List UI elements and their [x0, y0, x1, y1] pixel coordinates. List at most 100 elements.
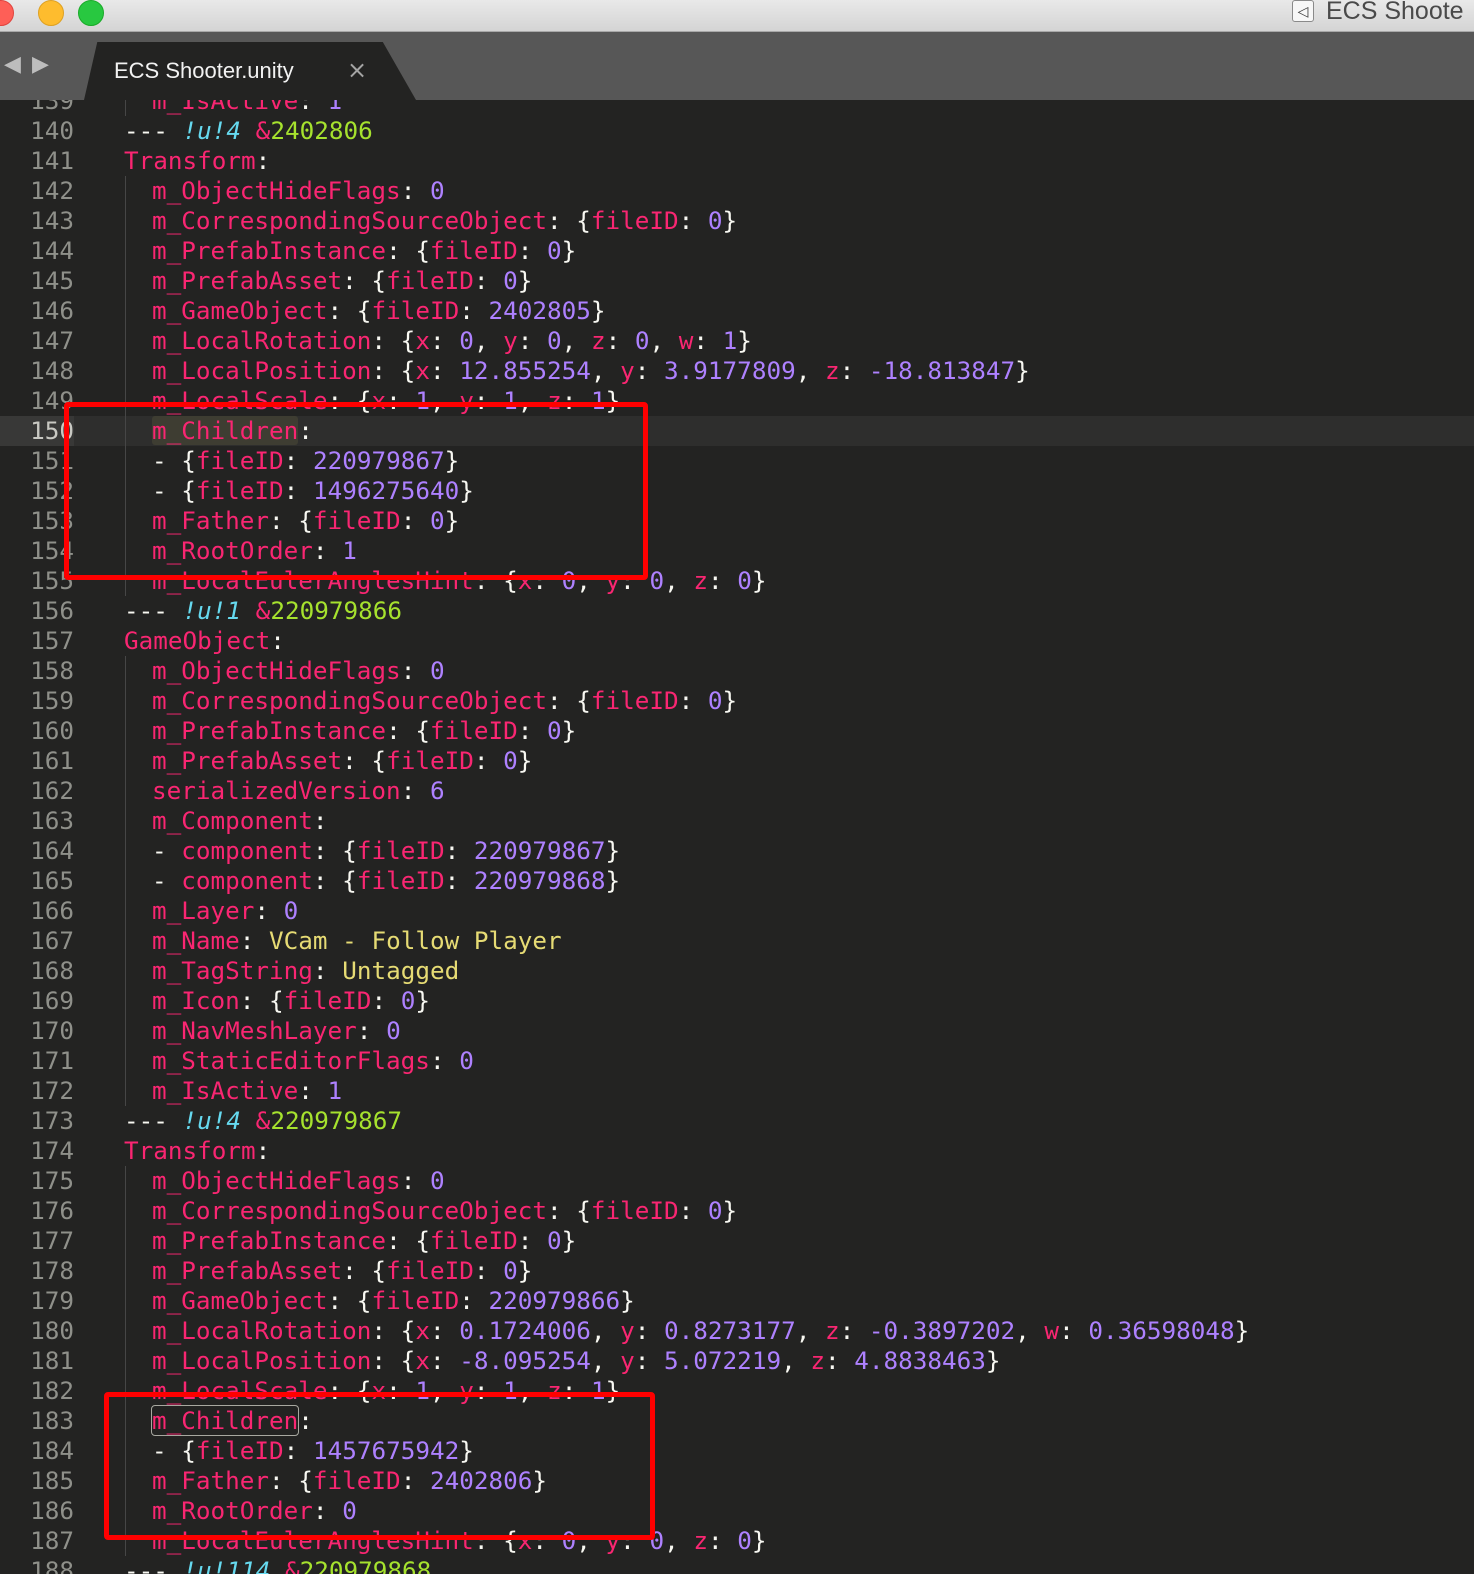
code-line[interactable]: 181 m_LocalPosition: {x: -8.095254, y: 5.… — [0, 1346, 1474, 1376]
code-line[interactable]: 149 m_LocalScale: {x: 1, y: 1, z: 1} — [0, 386, 1474, 416]
code-line[interactable]: 146 m_GameObject: {fileID: 2402805} — [0, 296, 1474, 326]
zoom-window-button[interactable] — [78, 0, 104, 26]
indent-guide — [125, 1526, 126, 1556]
tab-back-arrow-icon[interactable]: ◀ — [4, 52, 21, 77]
code-token: 0.8273177 — [664, 1316, 796, 1345]
code-token: w — [1044, 1316, 1060, 1345]
code-line[interactable]: 153 m_Father: {fileID: 0} — [0, 506, 1474, 536]
indent-guide — [125, 776, 126, 806]
code-line[interactable]: 178 m_PrefabAsset: {fileID: 0} — [0, 1256, 1474, 1286]
code-text: m_Icon: {fileID: 0} — [152, 986, 430, 1016]
code-token: 1 — [327, 100, 343, 115]
code-line[interactable]: 176 m_CorrespondingSourceObject: {fileID:… — [0, 1196, 1474, 1226]
code-line[interactable]: 170 m_NavMeshLayer: 0 — [0, 1016, 1474, 1046]
code-token: m_PrefabInstance — [152, 236, 387, 265]
code-token: : — [298, 1406, 313, 1435]
code-line[interactable]: 187 m_LocalEulerAnglesHint: {x: 0, y: 0, … — [0, 1526, 1474, 1556]
code-line[interactable]: 160 m_PrefabInstance: {fileID: 0} — [0, 716, 1474, 746]
code-token: Untagged — [342, 956, 460, 985]
code-line[interactable]: 154 m_RootOrder: 1 — [0, 536, 1474, 566]
code-line[interactable]: 141 Transform: — [0, 146, 1474, 176]
code-line[interactable]: 155 m_LocalEulerAnglesHint: {x: 0, y: 0, … — [0, 566, 1474, 596]
code-token: y — [503, 326, 518, 355]
code-token: 0 — [503, 746, 518, 775]
code-token: : — [400, 1166, 430, 1195]
code-line[interactable]: 150 m_Children: — [0, 416, 1474, 446]
code-line[interactable]: 188 --- !u!114 &220979868 — [0, 1556, 1474, 1574]
code-line[interactable]: 148 m_LocalPosition: {x: 12.855254, y: 3.… — [0, 356, 1474, 386]
code-line[interactable]: 151 - {fileID: 220979867} — [0, 446, 1474, 476]
code-text: m_CorrespondingSourceObject: {fileID: 0} — [152, 686, 737, 716]
code-token: fileID — [195, 476, 284, 505]
code-text: Transform: — [124, 146, 270, 176]
code-token: , — [429, 386, 460, 415]
line-number: 150 — [0, 416, 74, 446]
code-token: 1 — [327, 1076, 343, 1105]
code-line[interactable]: 145 m_PrefabAsset: {fileID: 0} — [0, 266, 1474, 296]
code-token: y — [620, 356, 635, 385]
code-line[interactable]: 156 --- !u!1 &220979866 — [0, 596, 1474, 626]
code-line[interactable]: 161 m_PrefabAsset: {fileID: 0} — [0, 746, 1474, 776]
code-line[interactable]: 173 --- !u!4 &220979867 — [0, 1106, 1474, 1136]
code-line[interactable]: 175 m_ObjectHideFlags: 0 — [0, 1166, 1474, 1196]
code-line[interactable]: 186 m_RootOrder: 0 — [0, 1496, 1474, 1526]
code-line[interactable]: 185 m_Father: {fileID: 2402806} — [0, 1466, 1474, 1496]
code-line[interactable]: 163 m_Component: — [0, 806, 1474, 836]
tab-label[interactable]: ECS Shooter.unity — [114, 58, 294, 84]
code-token: , — [473, 326, 504, 355]
code-line[interactable]: 177 m_PrefabInstance: {fileID: 0} — [0, 1226, 1474, 1256]
code-line[interactable]: 158 m_ObjectHideFlags: 0 — [0, 656, 1474, 686]
indent-guide — [125, 476, 126, 506]
code-token: 1 — [415, 386, 430, 415]
code-line[interactable]: 142 m_ObjectHideFlags: 0 — [0, 176, 1474, 206]
code-line[interactable]: 147 m_LocalRotation: {x: 0, y: 0, z: 0, w… — [0, 326, 1474, 356]
code-line[interactable]: 166 m_Layer: 0 — [0, 896, 1474, 926]
indent-guide — [125, 926, 126, 956]
code-line[interactable]: 174 Transform: — [0, 1136, 1474, 1166]
code-token: y — [459, 1376, 474, 1405]
code-line[interactable]: 172 m_IsActive: 1 — [0, 1076, 1474, 1106]
code-line[interactable]: 159 m_CorrespondingSourceObject: {fileID:… — [0, 686, 1474, 716]
code-line[interactable]: 179 m_GameObject: {fileID: 220979866} — [0, 1286, 1474, 1316]
line-number: 188 — [30, 1556, 74, 1574]
code-token: 0 — [561, 1526, 577, 1555]
code-line[interactable]: 169 m_Icon: {fileID: 0} — [0, 986, 1474, 1016]
tab-close-icon[interactable]: × — [347, 56, 367, 84]
code-token: - { — [152, 1436, 196, 1465]
close-window-button[interactable] — [0, 0, 14, 26]
code-line[interactable]: 182 m_LocalScale: {x: 1, y: 1, z: 1} — [0, 1376, 1474, 1406]
code-line[interactable]: 165 - component: {fileID: 220979868} — [0, 866, 1474, 896]
indent-guide — [125, 386, 126, 416]
tab-forward-arrow-icon[interactable]: ▶ — [32, 52, 49, 77]
code-line[interactable]: 143 m_CorrespondingSourceObject: {fileID:… — [0, 206, 1474, 236]
code-line[interactable]: 144 m_PrefabInstance: {fileID: 0} — [0, 236, 1474, 266]
code-line[interactable]: 164 - component: {fileID: 220979867} — [0, 836, 1474, 866]
code-token: x — [517, 1526, 533, 1555]
indent-guide — [125, 176, 126, 206]
code-token: 0 — [547, 236, 562, 265]
code-line[interactable]: 162 serializedVersion: 6 — [0, 776, 1474, 806]
line-number: 156 — [30, 596, 74, 625]
code-line[interactable]: 171 m_StaticEditorFlags: 0 — [0, 1046, 1474, 1076]
code-line[interactable]: 184 - {fileID: 1457675942} — [0, 1436, 1474, 1466]
code-token: m_StaticEditorFlags — [152, 1046, 430, 1075]
code-token: m_LocalScale — [152, 386, 328, 415]
code-line[interactable]: 152 - {fileID: 1496275640} — [0, 476, 1474, 506]
code-token: : — [356, 1016, 387, 1045]
code-line[interactable]: 157 GameObject: — [0, 626, 1474, 656]
indent-guide — [125, 656, 126, 686]
code-token: : { — [269, 1466, 313, 1495]
line-number: 152 — [30, 476, 74, 505]
indent-guide — [125, 236, 126, 266]
code-line[interactable]: 167 m_Name: VCam - Follow Player — [0, 926, 1474, 956]
code-token: VCam - Follow Player — [269, 926, 562, 955]
code-token: fileID — [590, 206, 679, 235]
code-line[interactable]: 183 m_Children: — [0, 1405, 1474, 1436]
code-line[interactable]: 180 m_LocalRotation: {x: 0.1724006, y: 0.… — [0, 1316, 1474, 1346]
code-line[interactable]: 168 m_TagString: Untagged — [0, 956, 1474, 986]
code-line[interactable]: 139 m_IsActive: 1 — [0, 100, 1474, 116]
code-line[interactable]: 140 --- !u!4 &2402806 — [0, 116, 1474, 146]
code-token: m_Component — [152, 806, 313, 835]
minimize-window-button[interactable] — [38, 0, 64, 26]
code-editor[interactable]: 139 m_IsActive: 1 140 --- !u!4 &2402806 141 T… — [0, 100, 1474, 1574]
